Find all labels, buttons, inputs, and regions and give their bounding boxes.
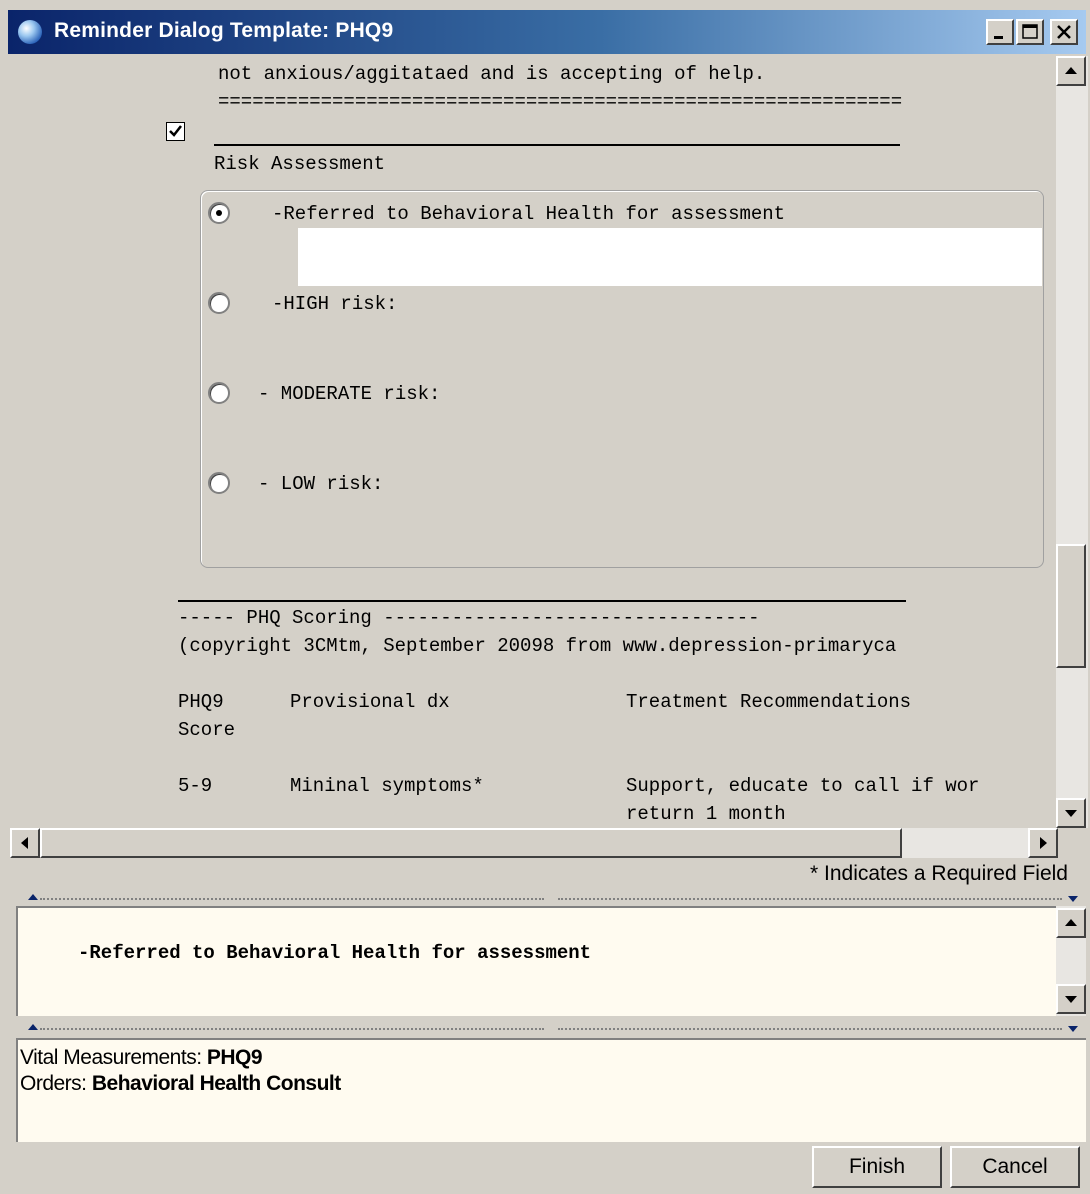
radio-selected-dot: [216, 210, 222, 216]
minimize-icon: [994, 36, 1003, 39]
maximize-icon: [1022, 24, 1038, 39]
orders-line: Orders: Behavioral Health Consult: [20, 1072, 341, 1096]
content-text-line: not anxious/aggitataed and is accepting …: [218, 63, 766, 85]
required-field-note: * Indicates a Required Field: [810, 862, 1068, 885]
app-globe-icon: [18, 20, 42, 44]
radio-referred[interactable]: [208, 202, 230, 224]
hscroll-thumb[interactable]: [40, 828, 902, 858]
arrow-up-icon: [1065, 67, 1077, 74]
scoring-copyright: (copyright 3CMtm, September 20098 from w…: [178, 635, 897, 657]
orders-value: Behavioral Health Consult: [91, 1072, 341, 1095]
divider: [178, 600, 906, 602]
risk-assessment-heading: Risk Assessment: [214, 153, 386, 175]
scoring-col-header: Provisional dx: [290, 691, 450, 713]
referral-comment-field[interactable]: [298, 228, 1042, 286]
vitals-label: Vital Measurements:: [20, 1046, 202, 1069]
scoring-cell: return 1 month: [626, 803, 786, 825]
separator-line: ========================================…: [218, 91, 903, 113]
title-bar[interactable]: Reminder Dialog Template: PHQ9: [8, 10, 1086, 54]
maximize-button[interactable]: [1016, 19, 1044, 45]
splitter-arrow-up-icon: [28, 1024, 38, 1030]
radio-high-risk[interactable]: [208, 292, 230, 314]
vital-measurements-line: Vital Measurements: PHQ9: [20, 1046, 263, 1070]
scroll-left-button[interactable]: [10, 828, 40, 858]
splitter-arrow-up-icon: [28, 894, 38, 900]
splitter-summary[interactable]: [18, 1024, 1080, 1034]
summary-panel: Vital Measurements: PHQ9 Orders: Behavio…: [16, 1038, 1086, 1142]
minimize-button[interactable]: [986, 19, 1014, 45]
splitter-preview[interactable]: [18, 894, 1080, 904]
option-label-referred: -Referred to Behavioral Health for asses…: [272, 203, 786, 225]
arrow-down-icon: [1065, 996, 1077, 1003]
radio-moderate-risk[interactable]: [208, 382, 230, 404]
option-label-moderate-risk: - MODERATE risk:: [258, 383, 441, 405]
note-preview-panel[interactable]: -Referred to Behavioral Health for asses…: [16, 906, 1058, 1016]
risk-assessment-checkbox[interactable]: [166, 122, 185, 141]
arrow-right-icon: [1040, 837, 1047, 849]
preview-scroll-down-button[interactable]: [1056, 984, 1086, 1014]
splitter-arrow-down-icon: [1068, 896, 1078, 902]
arrow-down-icon: [1065, 810, 1077, 817]
scroll-down-button[interactable]: [1056, 798, 1086, 828]
scoring-col-header: PHQ9: [178, 691, 224, 713]
option-label-low-risk: - LOW risk:: [258, 473, 384, 495]
vertical-scrollbar[interactable]: [1056, 56, 1088, 828]
cancel-button[interactable]: Cancel: [950, 1146, 1080, 1188]
divider: [214, 144, 900, 146]
arrow-up-icon: [1065, 919, 1077, 926]
close-button[interactable]: [1050, 19, 1078, 45]
preview-scroll-up-button[interactable]: [1056, 908, 1086, 938]
orders-label: Orders:: [20, 1072, 87, 1095]
scroll-up-button[interactable]: [1056, 56, 1086, 86]
scoring-col-header: Score: [178, 719, 236, 741]
scoring-cell: 5-9: [178, 775, 213, 797]
finish-button[interactable]: Finish: [812, 1146, 942, 1188]
close-icon: [1057, 25, 1071, 39]
preview-text: -Referred to Behavioral Health for asses…: [78, 942, 592, 964]
scroll-thumb[interactable]: [1056, 544, 1086, 668]
splitter-arrow-down-icon: [1068, 1026, 1078, 1032]
reminder-dialog-window: Reminder Dialog Template: PHQ9 not anxio…: [0, 0, 1090, 1194]
scoring-header: ----- PHQ Scoring ----------------------…: [178, 607, 760, 629]
scoring-cell: Support, educate to call if wor: [626, 775, 980, 797]
radio-low-risk[interactable]: [208, 472, 230, 494]
scoring-cell: Mininal symptoms*: [290, 775, 484, 797]
horizontal-scrollbar[interactable]: [10, 828, 1058, 858]
option-label-high-risk: -HIGH risk:: [272, 293, 398, 315]
check-icon: [169, 125, 182, 137]
preview-scrollbar[interactable]: [1056, 906, 1086, 1016]
vitals-value: PHQ9: [206, 1046, 263, 1069]
template-content-area: not anxious/aggitataed and is accepting …: [8, 56, 1056, 828]
window-title: Reminder Dialog Template: PHQ9: [54, 19, 394, 42]
arrow-left-icon: [21, 837, 28, 849]
scoring-col-header: Treatment Recommendations: [626, 691, 912, 713]
scroll-right-button[interactable]: [1028, 828, 1058, 858]
